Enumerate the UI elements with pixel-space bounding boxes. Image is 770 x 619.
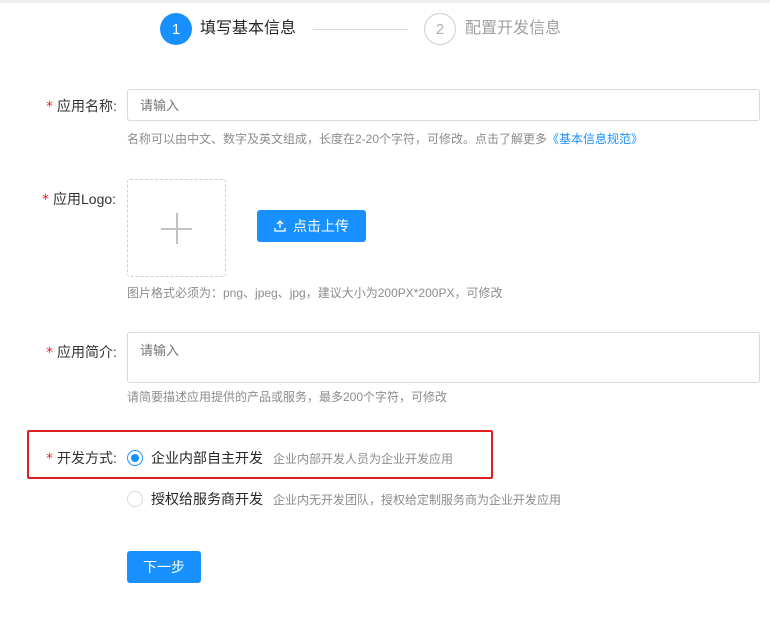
basic-info-spec-link[interactable]: 《基本信息规范》: [547, 132, 643, 146]
radio-vendor-dev-label[interactable]: 授权给服务商开发: [151, 489, 263, 509]
top-border: [0, 0, 770, 3]
dev-mode-label: * 开发方式:: [46, 450, 117, 467]
app-intro-hint: 请简要描述应用提供的产品或服务，最多200个字符，可修改: [127, 390, 448, 404]
radio-internal-dev[interactable]: [127, 450, 143, 466]
step-2-label: 配置开发信息: [465, 20, 562, 37]
app-intro-label: * 应用简介:: [46, 344, 117, 361]
app-intro-textarea[interactable]: [127, 332, 760, 383]
logo-upload-area[interactable]: [127, 179, 226, 277]
step-2-circle: 2: [424, 13, 456, 45]
app-logo-hint: 图片格式必须为：png、jpeg、jpg，建议大小为200PX*200PX，可修…: [127, 286, 503, 300]
radio-vendor-dev[interactable]: [127, 491, 143, 507]
app-name-label: * 应用名称:: [46, 98, 117, 115]
upload-button[interactable]: 点击上传: [257, 210, 366, 242]
app-name-hint: 名称可以由中文、数字及英文组成，长度在2-20个字符，可修改。点击了解更多《基本…: [127, 132, 644, 146]
upload-icon: [274, 220, 286, 232]
step-connector: [313, 29, 408, 30]
upload-button-label: 点击上传: [293, 218, 349, 234]
app-name-input[interactable]: [127, 89, 760, 121]
radio-vendor-dev-desc: 企业内无开发团队，授权给定制服务商为企业开发应用: [273, 493, 562, 507]
app-logo-label: * 应用Logo:: [42, 191, 117, 208]
radio-internal-dev-desc: 企业内部开发人员为企业开发应用: [273, 452, 454, 466]
step-1-circle: 1: [160, 13, 192, 45]
step-1-label: 填写基本信息: [200, 20, 297, 37]
radio-internal-dev-label[interactable]: 企业内部自主开发: [151, 448, 263, 468]
next-step-button[interactable]: 下一步: [127, 551, 201, 583]
